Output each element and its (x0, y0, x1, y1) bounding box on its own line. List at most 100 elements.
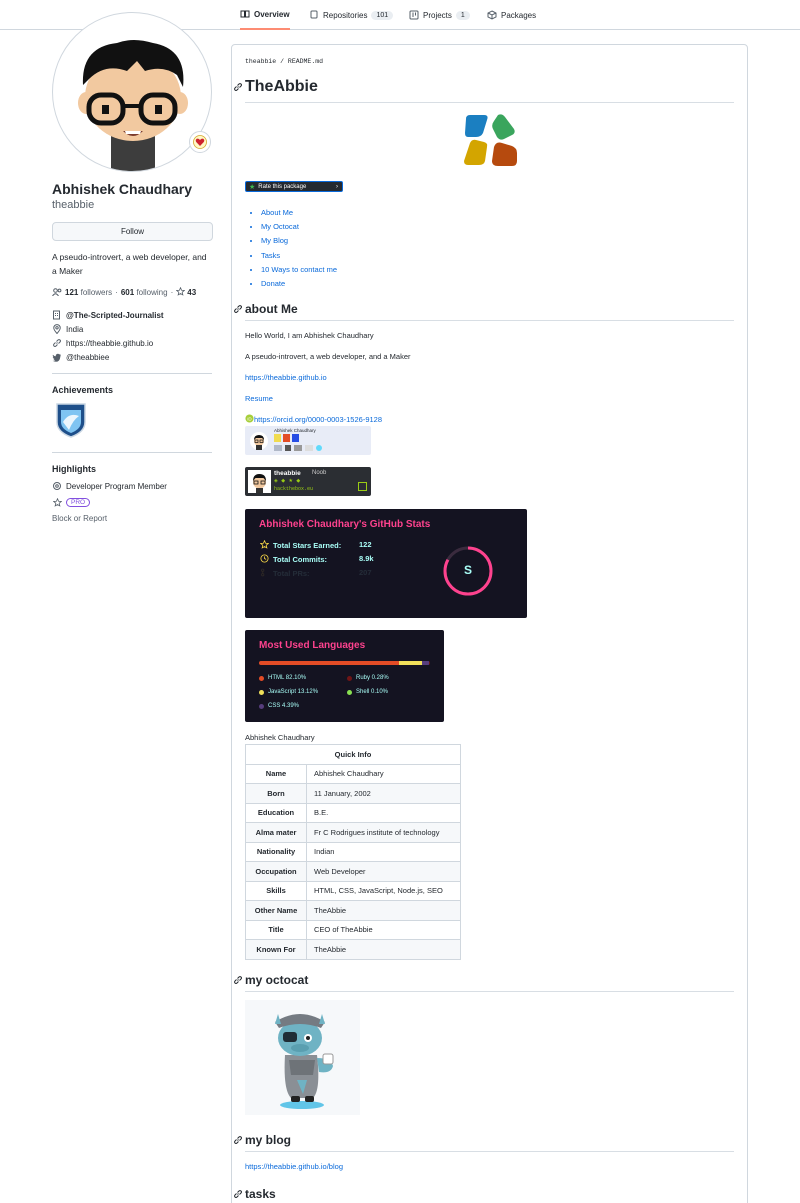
orcid-link[interactable]: https://orcid.org/0000-0003-1526-9128 (254, 415, 382, 424)
avatar[interactable] (52, 12, 212, 172)
tab-packages[interactable]: Packages (487, 0, 536, 30)
rate-package-label: Rate this package (258, 183, 307, 190)
info-key: Education (245, 802, 307, 823)
block-report-link[interactable]: Block or Report (52, 514, 107, 523)
html-dot-icon (259, 675, 264, 681)
octocat-heading-text: my octocat (245, 973, 309, 987)
react-icon (316, 445, 322, 451)
table-row: Other Name TheAbbie (245, 900, 461, 921)
github-stats-card: Abhishek Chaudhary's GitHub Stats Total … (245, 509, 527, 618)
hackthebox-avatar-icon (248, 470, 271, 493)
language-item-ruby: Ruby 0.28% (347, 675, 389, 681)
developer-avatar-icon (250, 432, 268, 450)
tab-overview[interactable]: Overview (240, 0, 290, 30)
toc-item-about-me[interactable]: About Me (261, 206, 337, 220)
grade-text: S (463, 563, 472, 577)
follow-stats: 121 followers · 601 following · 43 (52, 286, 196, 298)
info-key: Born (245, 783, 307, 804)
info-key: Alma mater (245, 822, 307, 843)
stat-label: Total Stars Earned: (273, 541, 342, 550)
tab-projects[interactable]: Projects 1 (409, 0, 470, 30)
readme-path-file[interactable]: README.md (288, 58, 323, 65)
star-outline-icon (52, 497, 62, 507)
toc-item-contact[interactable]: 10 Ways to contact me (261, 263, 337, 277)
tool-icon (294, 445, 302, 451)
table-row: Nationality Indian (245, 841, 461, 862)
twitter-icon (52, 352, 62, 362)
language-item-javascript: JavaScript 13.12% (259, 689, 318, 695)
profile-login: theabbie (52, 199, 95, 211)
about-heading-text: about Me (245, 302, 298, 316)
anchor-link-icon[interactable] (233, 1189, 243, 1199)
info-key: Name (245, 763, 307, 784)
toc-label: About Me (261, 208, 294, 217)
tab-repositories[interactable]: Repositories 101 (309, 0, 394, 30)
anchor-link-icon[interactable] (233, 82, 243, 92)
language-bar-segment-javascript (399, 661, 422, 665)
language-label: Shell 0.10% (356, 689, 389, 695)
blog-link[interactable]: https://theabbie.github.io/blog (245, 1162, 343, 1171)
readme-path-user[interactable]: theabbie (245, 58, 276, 65)
developer-card[interactable]: Abhishek Chaudhary (245, 426, 371, 455)
about-heading: about Me (233, 302, 298, 316)
table-row: Alma mater Fr C Rodrigues institute of te… (245, 822, 461, 843)
website-link[interactable]: https://theabbie.github.io (66, 339, 153, 348)
info-key: Known For (245, 939, 307, 960)
language-label: CSS 4.39% (268, 703, 300, 709)
stat-value-prs: 207 (359, 568, 372, 577)
orcid-icon: iD (245, 414, 254, 425)
languages-card: Most Used Languages HTML 82.10% Ruby 0.2… (245, 630, 444, 722)
language-item-shell: Shell 0.10% (347, 689, 388, 695)
resume-link[interactable]: Resume (245, 394, 273, 403)
following-link[interactable]: 601 following (121, 288, 168, 297)
languages-progress-bar (259, 661, 430, 665)
projects-count: 1 (455, 10, 470, 20)
javascript-icon (274, 434, 281, 442)
anchor-link-icon[interactable] (233, 1135, 243, 1145)
tab-projects-label: Projects (423, 10, 452, 20)
stat-value-commits: 8.9k (359, 554, 374, 563)
quick-info-title: Quick Info (245, 744, 461, 765)
language-label: JavaScript 13.12% (268, 689, 319, 695)
toc-item-tasks[interactable]: Tasks (261, 249, 337, 263)
readme-toc: About Me My Octocat My Blog Tasks 10 Way… (261, 206, 337, 291)
language-bar-segment-css (421, 661, 430, 665)
stars-link[interactable]: 43 (175, 286, 196, 298)
book-icon (240, 9, 250, 19)
stat-value-stars: 122 (359, 540, 372, 549)
twitter-link[interactable]: @theabbiee (66, 353, 109, 362)
tasks-heading-text: tasks (245, 1187, 276, 1201)
svg-text:iD: iD (247, 416, 252, 421)
blog-heading-text: my blog (245, 1133, 292, 1147)
info-value: CEO of TheAbbie (306, 919, 461, 940)
hackthebox-stats-icons: ◈ ◆ ★ ◆ (274, 478, 302, 484)
ruby-dot-icon (347, 675, 352, 681)
followers-link[interactable]: 121 followers (65, 288, 112, 297)
follow-button[interactable]: Follow (52, 222, 213, 241)
tab-overview-label: Overview (254, 9, 290, 19)
hackthebox-cube-icon (358, 482, 367, 491)
stats-separator: · (170, 288, 174, 297)
readme-title-text: TheAbbie (245, 78, 318, 95)
stat-row-stars: Total Stars Earned: (259, 539, 342, 551)
heading-rule (245, 102, 734, 103)
hackthebox-badge[interactable]: theabbie Noob ◈ ◆ ★ ◆ hackthebox.eu (245, 467, 371, 496)
company-link[interactable]: @The-Scripted-Journalist (66, 311, 164, 320)
pro-badge-item: PRO (52, 497, 91, 507)
developer-program-label[interactable]: Developer Program Member (66, 482, 167, 491)
anchor-link-icon[interactable] (233, 304, 243, 314)
toc-item-my-blog[interactable]: My Blog (261, 234, 337, 248)
info-value: Fr C Rodrigues institute of technology (306, 822, 461, 843)
heading-rule (245, 320, 734, 321)
anchor-link-icon[interactable] (233, 975, 243, 985)
status-heart-icon[interactable] (189, 131, 211, 153)
tasks-heading: tasks (233, 1187, 276, 1201)
info-value: Indian (306, 841, 461, 862)
about-website-link[interactable]: https://theabbie.github.io (245, 373, 327, 382)
rate-package-badge[interactable]: ★ Rate this package › (245, 181, 343, 192)
achievement-badge-icon[interactable] (55, 402, 87, 438)
info-key: Nationality (245, 841, 307, 862)
toc-item-my-octocat[interactable]: My Octocat (261, 220, 337, 234)
toc-item-donate[interactable]: Donate (261, 277, 337, 291)
toc-label: 10 Ways to contact me (261, 264, 338, 274)
